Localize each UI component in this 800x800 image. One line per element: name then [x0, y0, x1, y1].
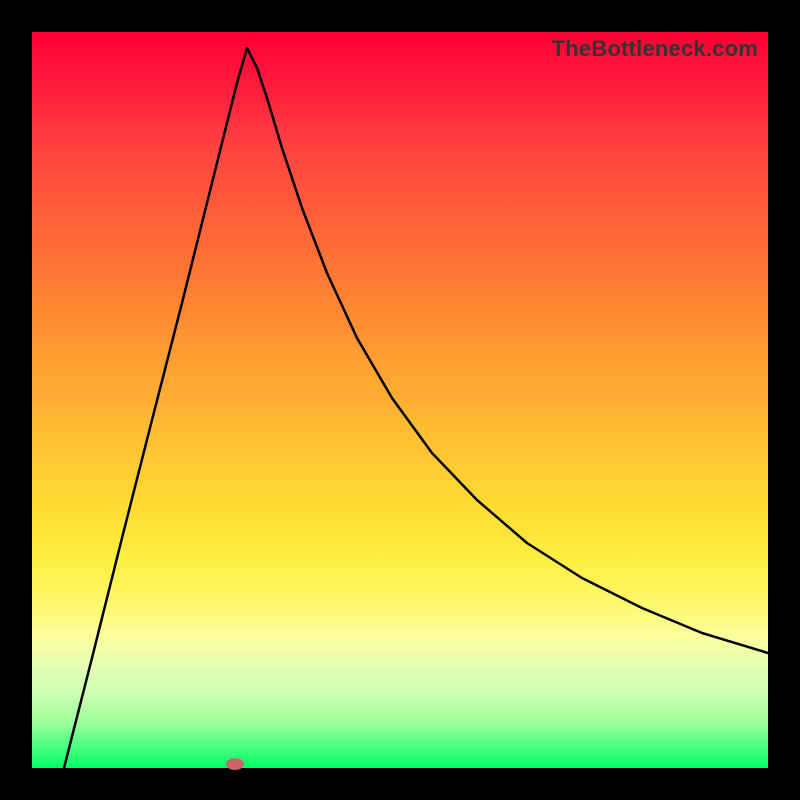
optimum-marker — [226, 758, 244, 770]
chart-plot-area: TheBottleneck.com — [32, 32, 768, 768]
bottleneck-curve — [32, 32, 768, 768]
